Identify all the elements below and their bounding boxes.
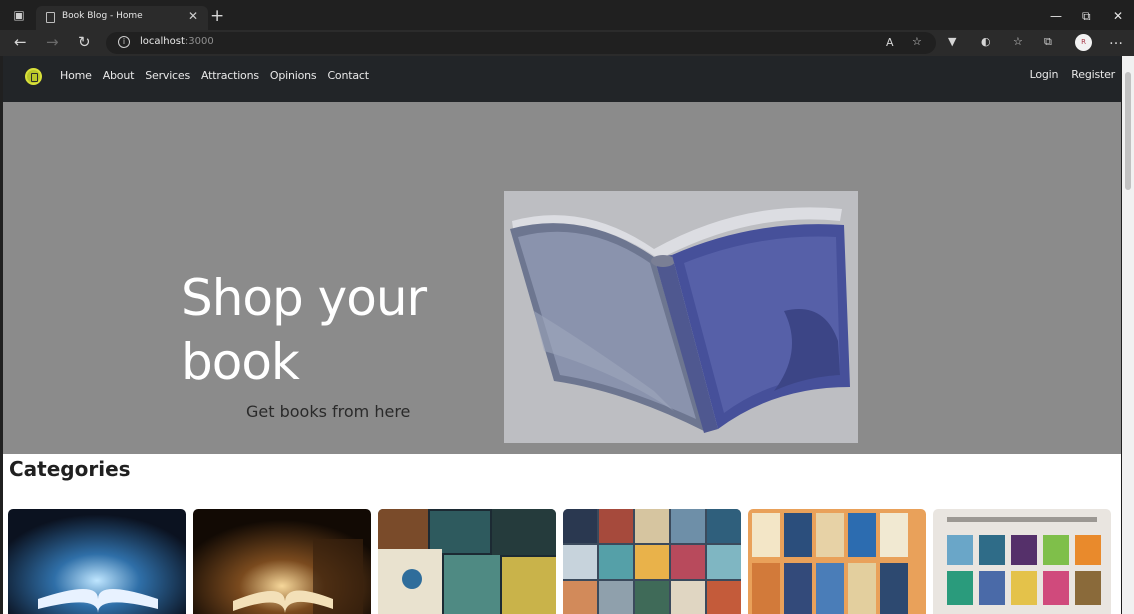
dewey-decimal-image xyxy=(933,509,1111,614)
hero-section: Shop your book Get books from here xyxy=(3,102,1121,454)
back-icon[interactable]: ← xyxy=(14,33,27,51)
category-card-4[interactable] xyxy=(563,509,741,614)
nav-attractions[interactable]: Attractions xyxy=(201,69,259,82)
category-card-3[interactable] xyxy=(378,509,556,614)
url-host: localhost xyxy=(140,36,185,47)
restore-icon[interactable]: ⧉ xyxy=(1082,9,1091,24)
login-link[interactable]: Login xyxy=(1030,68,1059,81)
tab-strip: ▣ Book Blog - Home ✕ + — ⧉ ✕ xyxy=(0,4,1134,30)
profile-avatar[interactable]: R xyxy=(1075,34,1092,51)
category-card-2[interactable] xyxy=(193,509,371,614)
forward-icon[interactable]: → xyxy=(46,33,59,51)
register-link[interactable]: Register xyxy=(1071,68,1115,81)
nav-links: Home About Services Attractions Opinions… xyxy=(60,69,369,82)
old-book-image xyxy=(193,509,371,614)
add-favorite-icon[interactable]: ☆ xyxy=(912,35,922,48)
site-info-icon[interactable]: i xyxy=(118,36,130,48)
refresh-icon[interactable]: ↻ xyxy=(78,33,91,51)
stephen-king-covers-image xyxy=(748,509,926,614)
close-tab-icon[interactable]: ✕ xyxy=(188,9,198,23)
minimize-icon[interactable]: — xyxy=(1050,9,1062,23)
tab-title: Book Blog - Home xyxy=(62,11,143,21)
browser-tab[interactable]: Book Blog - Home ✕ xyxy=(36,6,208,30)
close-window-icon[interactable]: ✕ xyxy=(1113,9,1123,23)
category-card-5[interactable] xyxy=(748,509,926,614)
tab-actions-icon[interactable]: ▣ xyxy=(8,8,30,26)
bestseller-covers-image xyxy=(378,509,556,614)
category-cards xyxy=(8,509,1118,614)
site-navbar: Home About Services Attractions Opinions… xyxy=(3,56,1121,102)
browser-toolbar: ← → ↻ i localhost:3000 A ☆ ▼ ◐ ☆ ⧉ R … xyxy=(0,30,1134,56)
hero-subtitle: Get books from here xyxy=(246,402,411,421)
logo-icon[interactable] xyxy=(25,68,42,85)
nav-home[interactable]: Home xyxy=(60,69,92,82)
open-book-illustration xyxy=(510,207,850,433)
browser-window: ▣ Book Blog - Home ✕ + — ⧉ ✕ ← → ↻ i loc… xyxy=(0,0,1134,614)
nav-opinions[interactable]: Opinions xyxy=(270,69,317,82)
extension-icon[interactable]: ▼ xyxy=(948,35,956,48)
glowing-book-image xyxy=(8,509,186,614)
more-options-icon[interactable]: … xyxy=(1109,32,1123,48)
page-scrollbar[interactable] xyxy=(1122,56,1134,614)
new-tab-icon[interactable]: + xyxy=(210,6,224,26)
hero-title: Shop your book xyxy=(181,269,427,391)
scrollbar-thumb[interactable] xyxy=(1125,72,1131,190)
categories-heading: Categories xyxy=(9,457,131,481)
nav-about[interactable]: About xyxy=(103,69,135,82)
favorites-icon[interactable]: ☆ xyxy=(1013,35,1023,48)
hero-book-image xyxy=(504,191,858,443)
url-text: localhost:3000 xyxy=(140,36,214,47)
page-viewport: Home About Services Attractions Opinions… xyxy=(3,56,1121,614)
auth-links: Login Register xyxy=(1030,68,1116,81)
nav-services[interactable]: Services xyxy=(145,69,190,82)
read-aloud-icon[interactable]: A xyxy=(886,36,894,49)
nav-contact[interactable]: Contact xyxy=(327,69,369,82)
page-icon xyxy=(46,12,55,23)
extension-2-icon[interactable]: ◐ xyxy=(981,35,991,48)
address-bar[interactable]: i localhost:3000 A ☆ xyxy=(106,32,936,54)
url-port: :3000 xyxy=(184,36,214,47)
covers-grid-image xyxy=(563,509,741,614)
category-card-6[interactable] xyxy=(933,509,1111,614)
category-card-1[interactable] xyxy=(8,509,186,614)
collections-icon[interactable]: ⧉ xyxy=(1044,35,1052,49)
